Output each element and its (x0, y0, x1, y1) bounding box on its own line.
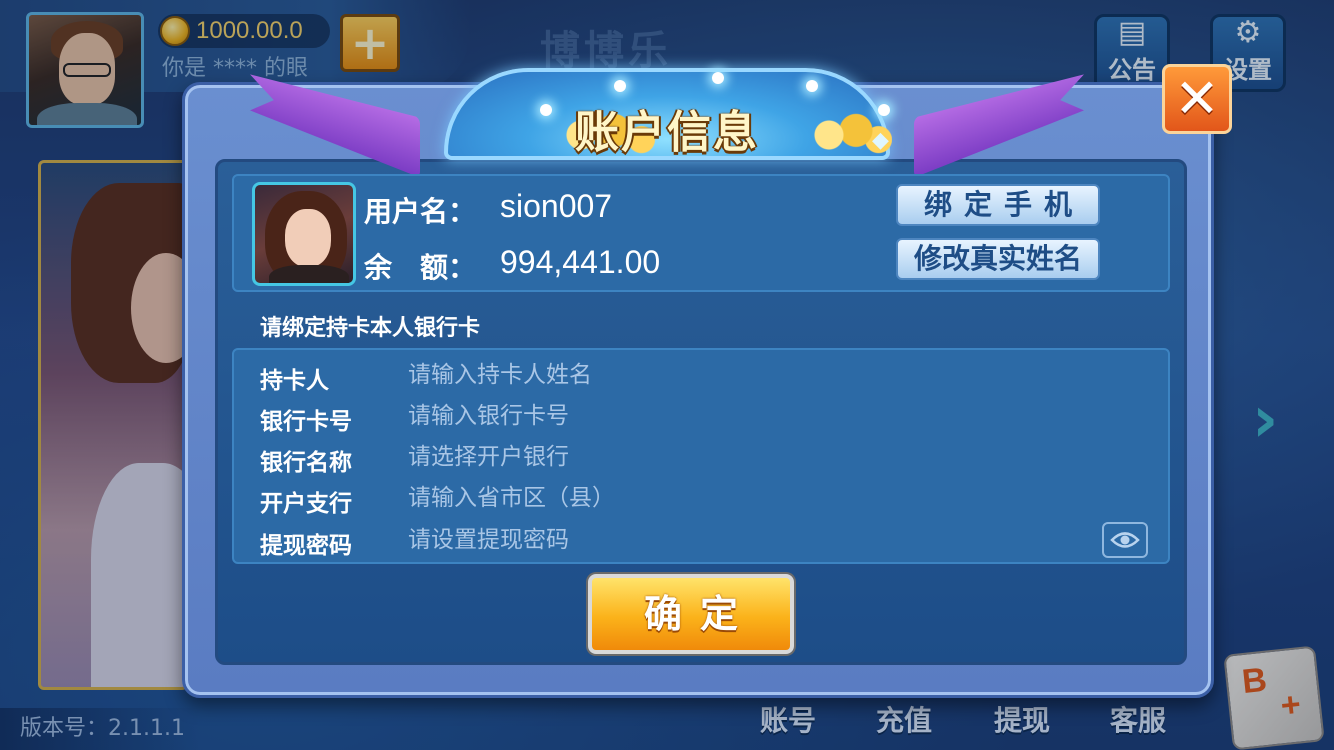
balance-label: 余 额： (364, 251, 477, 284)
withdraw-password-input[interactable] (408, 523, 1088, 557)
branch-label: 开户支行 (260, 491, 352, 517)
username-value: sion007 (500, 188, 613, 224)
user-avatar-face (285, 209, 331, 267)
confirm-button[interactable]: 确定 (588, 574, 794, 654)
edit-real-name-button[interactable]: 修改真实姓名 (896, 238, 1100, 280)
bank-name-label: 银行名称 (260, 450, 352, 476)
card-number-label: 银行卡号 (260, 409, 352, 435)
close-button[interactable]: ✕ (1162, 64, 1232, 134)
withdraw-password-label: 提现密码 (260, 533, 352, 559)
bank-card-hint: 请绑定持卡本人银行卡 (260, 316, 481, 341)
user-avatar-body (269, 265, 349, 283)
bind-phone-button[interactable]: 绑定手机 (896, 184, 1100, 226)
user-avatar[interactable] (252, 182, 356, 286)
bank-name-select[interactable] (408, 440, 1088, 474)
cardholder-label: 持卡人 (260, 368, 329, 394)
balance-value: 994,441.00 (500, 244, 661, 280)
cardholder-input[interactable] (408, 358, 1088, 392)
branch-input[interactable] (408, 481, 1088, 515)
card-number-input[interactable] (408, 399, 1088, 433)
dialog-title: 账户信息 (575, 107, 759, 158)
close-icon: ✕ (1174, 67, 1220, 130)
eye-icon (1110, 532, 1140, 548)
show-password-toggle[interactable] (1102, 522, 1148, 558)
username-label: 用户名： (364, 195, 477, 228)
